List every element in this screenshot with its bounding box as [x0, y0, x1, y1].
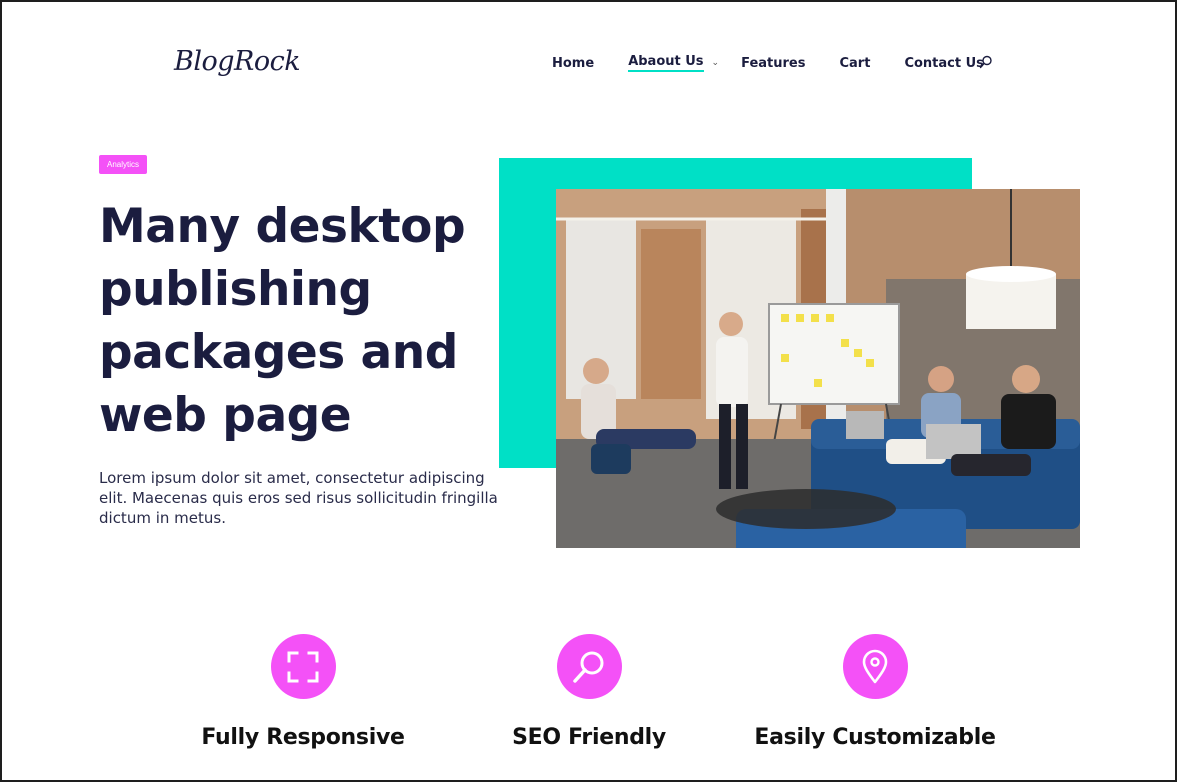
hero-photo — [556, 189, 1080, 548]
location-pin-icon — [842, 634, 908, 699]
nav-item-about[interactable]: Abaout Us ⌄ — [628, 54, 719, 72]
nav-item-contact[interactable]: Contact Us — [904, 56, 983, 71]
feature-title: Fully Responsive — [201, 725, 405, 750]
feature-fully-responsive: Fully Responsive — [143, 634, 463, 750]
chevron-down-icon: ⌄ — [711, 58, 720, 68]
nav-item-label: Abaout Us — [628, 54, 704, 72]
hero-title: Many desktop publishing packages and web… — [99, 195, 499, 447]
main-nav: Home Abaout Us ⌄ Features Cart Contact U… — [552, 54, 1018, 72]
hero-title-line: publishing — [99, 262, 372, 317]
nav-item-cart[interactable]: Cart — [839, 56, 870, 71]
category-badge[interactable]: Analytics — [99, 155, 148, 174]
hero-title-line: Many desktop — [99, 199, 466, 254]
nav-item-label: Contact Us — [904, 55, 984, 71]
nav-item-features[interactable]: Features — [741, 56, 805, 71]
nav-item-home[interactable]: Home — [552, 56, 594, 71]
feature-title: SEO Friendly — [512, 725, 666, 750]
search-icon[interactable] — [979, 55, 993, 74]
magnifier-icon — [556, 634, 622, 699]
feature-easily-customizable: Easily Customizable — [715, 634, 1035, 750]
hero-description: Lorem ipsum dolor sit amet, consectetur … — [99, 469, 498, 527]
office-meeting-illustration — [556, 189, 1080, 548]
nav-item-label: Cart — [839, 55, 871, 71]
nav-item-label: Home — [552, 55, 595, 71]
nav-item-label: Features — [741, 55, 806, 71]
expand-frame-icon — [270, 634, 336, 699]
feature-seo-friendly: SEO Friendly — [429, 634, 749, 750]
hero-title-line: packages and — [99, 325, 458, 380]
feature-title: Easily Customizable — [754, 725, 996, 750]
site-logo[interactable]: BlogRock — [174, 46, 301, 77]
hero-title-line: web page — [99, 388, 352, 443]
